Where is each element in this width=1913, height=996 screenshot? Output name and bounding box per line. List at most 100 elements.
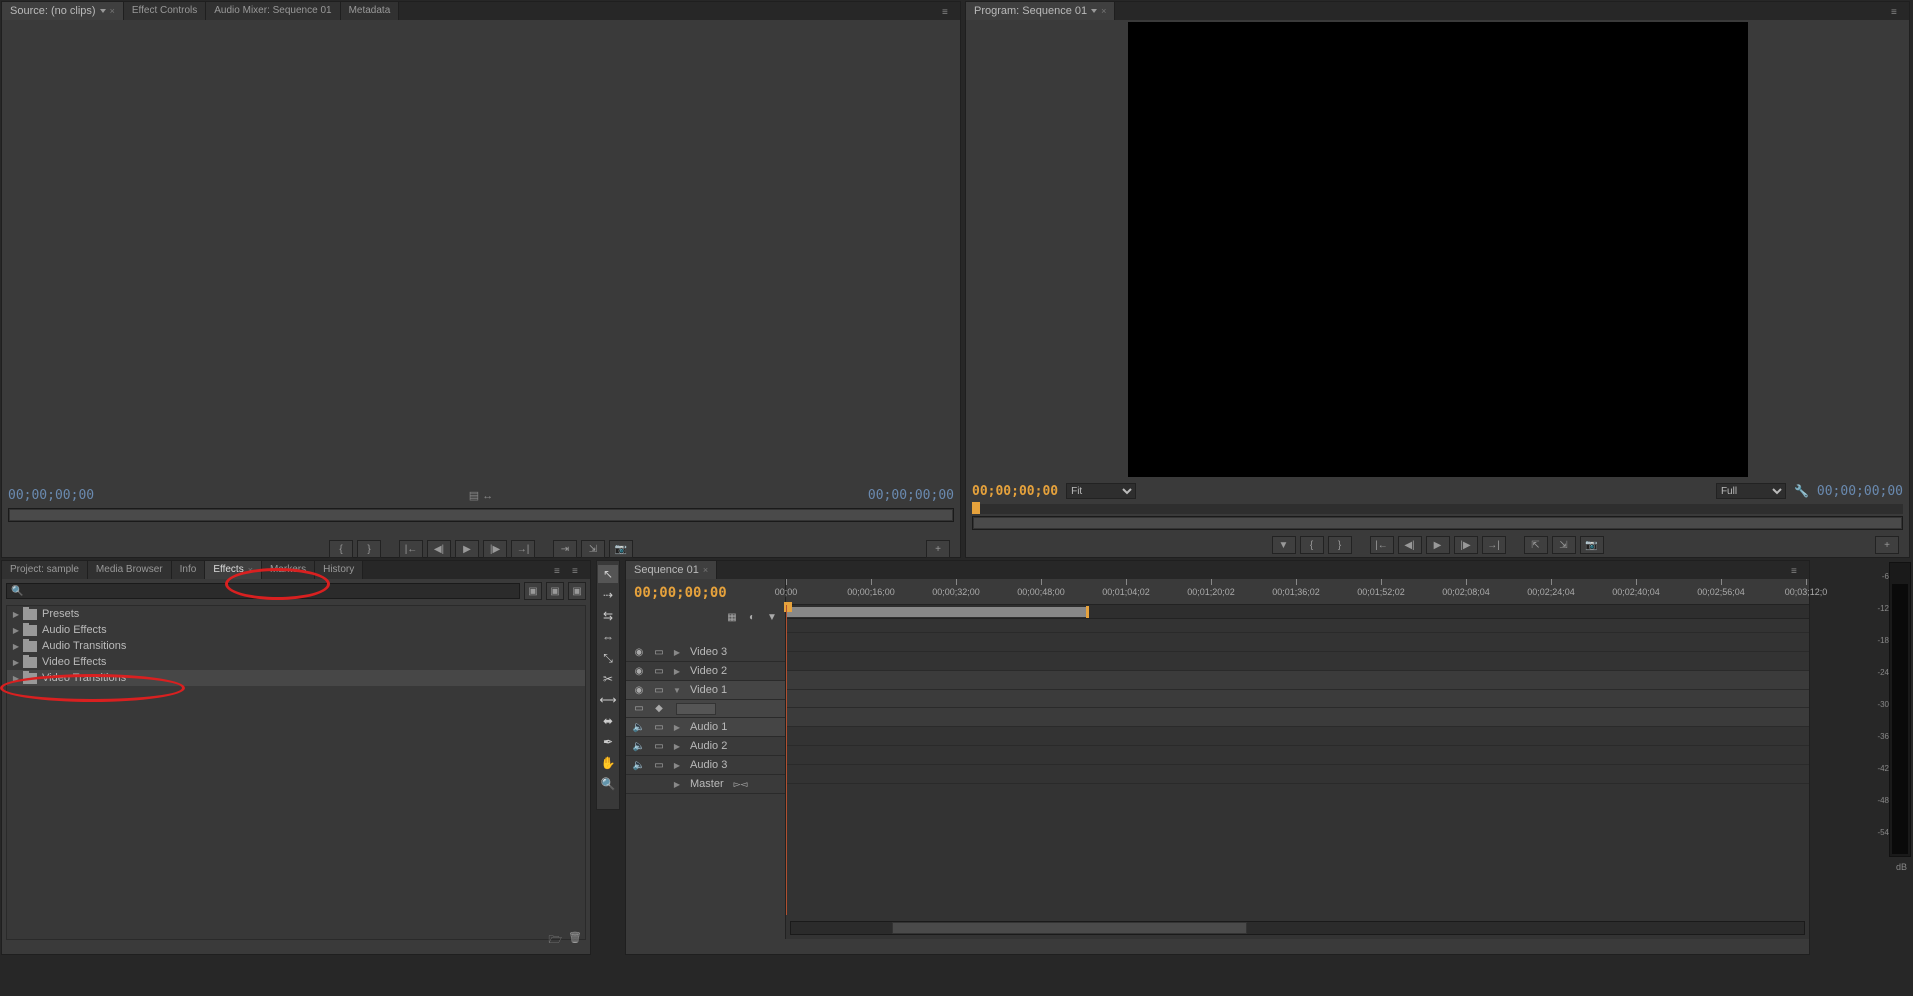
zoom-fit-select[interactable]: Fit (1066, 483, 1136, 499)
track-header-video-2[interactable]: ◉▭▶Video 2 (626, 662, 785, 681)
lock-icon[interactable]: ▭ (652, 645, 666, 659)
disclosure-icon[interactable]: ▼ (672, 686, 682, 695)
work-area-range[interactable] (786, 607, 1086, 617)
step-back-button[interactable]: ◀| (427, 540, 451, 558)
track-header-master[interactable]: ▶Master▻◅ (626, 775, 785, 794)
filter-fx-button[interactable]: ▣ (524, 582, 542, 600)
fx-icon[interactable]: ▭ (632, 702, 646, 716)
snap-icon[interactable]: ◐ (745, 610, 759, 624)
keyframe-icon[interactable]: ◆ (652, 702, 666, 716)
pen-tool[interactable]: ✒ (598, 733, 618, 751)
tree-item-audio-transitions[interactable]: ▶Audio Transitions (7, 638, 585, 654)
timeline-scrollbar[interactable] (790, 921, 1805, 935)
tab-audio-mixer[interactable]: Audio Mixer: Sequence 01 (206, 2, 340, 20)
insert-button[interactable]: ⇥ (553, 540, 577, 558)
dropdown-icon[interactable] (1091, 9, 1097, 13)
eye-icon[interactable]: ◉ (632, 683, 646, 697)
lock-icon[interactable]: ▭ (652, 664, 666, 678)
playhead-line[interactable] (786, 605, 787, 915)
close-icon[interactable]: × (703, 565, 708, 575)
play-button[interactable]: ▶ (1426, 536, 1450, 554)
tree-item-video-transitions[interactable]: ▶Video Transitions (7, 670, 585, 686)
tab-metadata[interactable]: Metadata (341, 2, 400, 20)
track-header-video-1[interactable]: ◉▭▼Video 1 (626, 681, 785, 700)
rate-stretch-tool[interactable]: ⤡ (598, 649, 618, 667)
hand-tool[interactable]: ✋ (598, 754, 618, 772)
lock-icon[interactable]: ▭ (652, 683, 666, 697)
disclosure-icon[interactable]: ▶ (672, 780, 682, 789)
tree-item-audio-effects[interactable]: ▶Audio Effects (7, 622, 585, 638)
tab-project-sample[interactable]: Project: sample (2, 561, 88, 579)
step-fwd-button[interactable]: |▶ (483, 540, 507, 558)
disclosure-icon[interactable]: ▶ (672, 723, 682, 732)
go-to-in-button[interactable]: |← (1370, 536, 1394, 554)
disclosure-icon[interactable]: ▶ (11, 642, 21, 651)
tab-markers[interactable]: Markers (262, 561, 315, 579)
dropdown-icon[interactable] (100, 9, 106, 13)
track-lane[interactable] (786, 765, 1809, 784)
mark-in-button[interactable]: { (1300, 536, 1324, 554)
eye-icon[interactable]: ◉ (632, 664, 646, 678)
razor-tool[interactable]: ✂ (598, 670, 618, 688)
eye-icon[interactable]: ◉ (632, 645, 646, 659)
disclosure-icon[interactable]: ▶ (672, 761, 682, 770)
disclosure-icon[interactable]: ▶ (11, 658, 21, 667)
tab-program[interactable]: Program: Sequence 01× (966, 2, 1115, 20)
new-bin-icon[interactable]: 🗁 (548, 931, 562, 950)
add-marker-button[interactable]: ▼ (1272, 536, 1296, 554)
track-header-audio-1[interactable]: 🔈▭▶Audio 1 (626, 718, 785, 737)
tab-source[interactable]: Source: (no clips)× (2, 2, 124, 20)
disclosure-icon[interactable]: ▶ (672, 648, 682, 657)
lock-icon[interactable]: ▭ (652, 720, 666, 734)
rolling-edit-tool[interactable]: ⇔ (598, 628, 618, 646)
track-header-expanded[interactable]: ▭◆ (626, 700, 785, 718)
go-to-in-button[interactable]: |← (399, 540, 423, 558)
effects-search-input[interactable] (26, 586, 515, 597)
export-frame-button[interactable]: 📷 (609, 540, 633, 558)
play-button[interactable]: ▶ (455, 540, 479, 558)
timeline-playhead-time[interactable]: 00;00;00;00 (634, 585, 727, 601)
track-lane[interactable] (786, 671, 1809, 690)
tab-sequence[interactable]: Sequence 01× (626, 561, 717, 579)
tree-item-video-effects[interactable]: ▶Video Effects (7, 654, 585, 670)
slide-tool[interactable]: ⬌ (598, 712, 618, 730)
tab-effect-controls[interactable]: Effect Controls (124, 2, 206, 20)
tree-item-presets[interactable]: ▶Presets (7, 606, 585, 622)
playhead-marker[interactable] (972, 502, 980, 514)
disclosure-icon[interactable]: ▶ (11, 610, 21, 619)
extract-button[interactable]: ⇲ (1552, 536, 1576, 554)
disclosure-icon[interactable]: ▶ (11, 674, 21, 683)
track-header-audio-2[interactable]: 🔈▭▶Audio 2 (626, 737, 785, 756)
work-area-bar[interactable] (786, 605, 1809, 619)
panel-menu-icon[interactable] (1791, 565, 1803, 575)
tab-media-browser[interactable]: Media Browser (88, 561, 172, 579)
marker-icon[interactable]: ▼ (765, 610, 779, 624)
step-back-button[interactable]: ◀| (1398, 536, 1422, 554)
program-scrubber[interactable] (972, 516, 1903, 530)
track-lane[interactable] (786, 690, 1809, 708)
program-ruler[interactable] (972, 504, 1903, 514)
zoom-tool[interactable]: 🔍 (598, 775, 618, 793)
timeline-ruler[interactable]: 00;0000;00;16;0000;00;32;0000;00;48;0000… (786, 579, 1809, 605)
tab-effects[interactable]: Effects× (205, 561, 262, 579)
overwrite-button[interactable]: ⇲ (581, 540, 605, 558)
close-icon[interactable]: × (248, 565, 253, 575)
export-frame-button[interactable]: 📷 (1580, 536, 1604, 554)
disclosure-icon[interactable]: ▶ (11, 626, 21, 635)
opacity-slider[interactable] (676, 703, 716, 715)
mark-in-button[interactable]: { (329, 540, 353, 558)
speaker-icon[interactable]: 🔈 (632, 758, 646, 772)
track-lane[interactable] (786, 746, 1809, 765)
close-icon[interactable]: × (110, 6, 115, 16)
timeline-tracks-area[interactable]: 00;0000;00;16;0000;00;32;0000;00;48;0000… (786, 579, 1809, 939)
close-icon[interactable]: × (1101, 6, 1106, 16)
panel-menu-icon[interactable] (572, 565, 584, 575)
track-lane[interactable] (786, 708, 1809, 727)
speaker-icon[interactable]: 🔈 (632, 720, 646, 734)
track-lane[interactable] (786, 727, 1809, 746)
mark-out-button[interactable]: } (357, 540, 381, 558)
delete-icon[interactable]: 🗑 (568, 931, 582, 950)
track-lane[interactable] (786, 652, 1809, 671)
lock-icon[interactable]: ▭ (652, 739, 666, 753)
panel-menu-icon[interactable] (1891, 6, 1903, 16)
